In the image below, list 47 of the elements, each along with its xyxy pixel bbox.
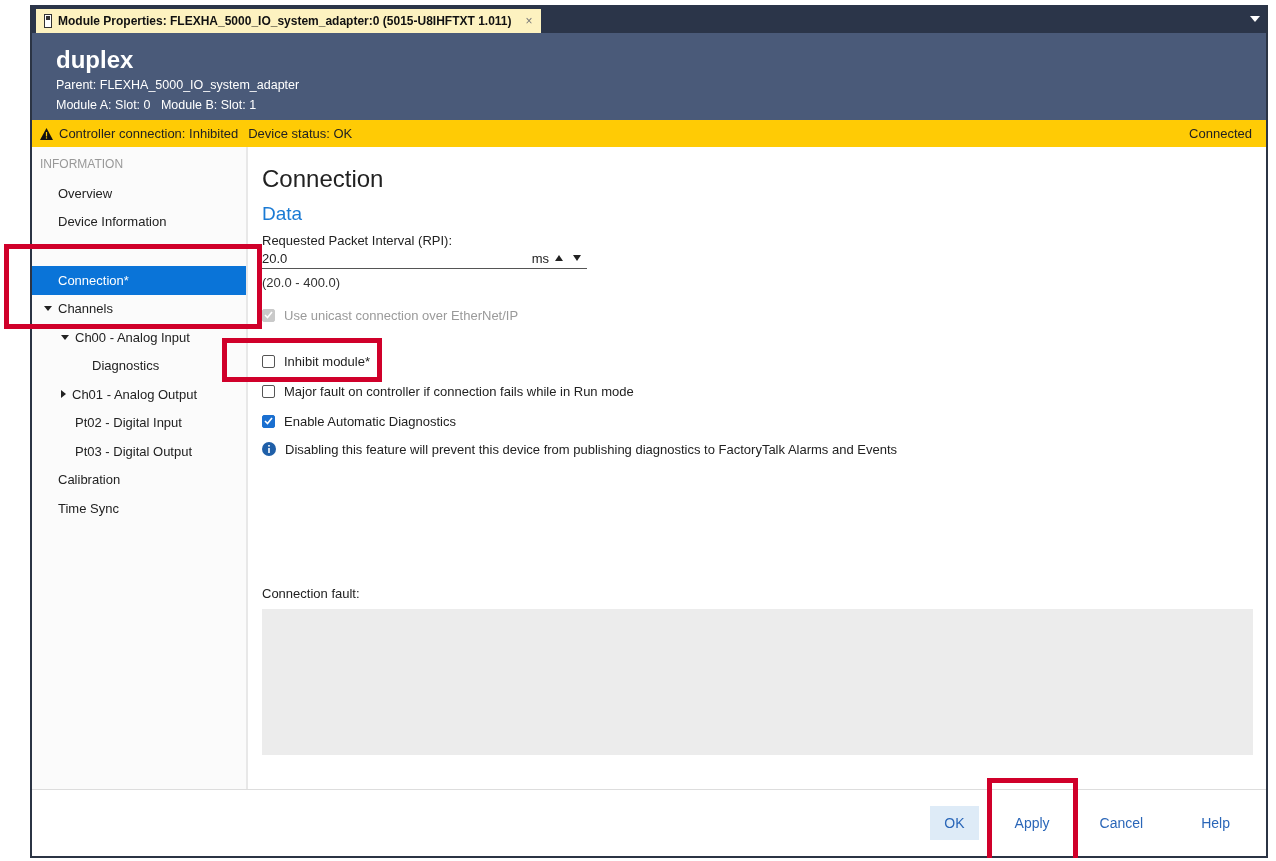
- section-title: Data: [262, 203, 303, 225]
- module-title: duplex: [56, 45, 134, 75]
- dialog-button[interactable]: OK: [930, 806, 979, 840]
- close-icon[interactable]: ×: [525, 14, 533, 28]
- nav-item[interactable]: Calibration: [32, 465, 246, 494]
- checkbox-label[interactable]: Enable Automatic Diagnostics: [284, 413, 456, 429]
- decrement-icon[interactable]: [573, 255, 581, 261]
- device-status: Device status: OK: [248, 126, 353, 141]
- info-icon: [262, 442, 276, 456]
- nav-item[interactable]: Overview: [32, 179, 246, 208]
- nav-item[interactable]: Channels: [32, 294, 246, 323]
- controller-status: Controller connection: Inhibited: [59, 126, 239, 141]
- page-title: Connection: [262, 164, 384, 194]
- nav-item[interactable]: Connection*: [32, 266, 246, 295]
- dialog-button[interactable]: Help: [1187, 806, 1244, 840]
- nav-item[interactable]: Time Sync: [32, 494, 246, 523]
- nav-item[interactable]: Pt02 - Digital Input: [32, 408, 246, 437]
- field-label: Connection fault:: [262, 586, 360, 601]
- checkbox[interactable]: [262, 414, 275, 428]
- parent-label: Parent: FLEXHA_5000_IO_system_adapter: [56, 77, 300, 94]
- document-tab[interactable]: Module Properties: FLEXHA_5000_IO_system_adapter:0 (5015-U8IHFTXT 1.011) ×: [36, 9, 541, 33]
- dialog-button[interactable]: Cancel: [1085, 806, 1158, 840]
- info-text: Disabling this feature will prevent this device from publishing diagnostics to FactoryTalk Alarms and Events: [285, 441, 897, 457]
- warning-icon: [40, 127, 53, 140]
- increment-icon[interactable]: [555, 255, 563, 261]
- nav-item[interactable]: Pt03 - Digital Output: [32, 437, 246, 466]
- checkbox[interactable]: [262, 354, 275, 368]
- rpi-field[interactable]: 20.0 ms: [262, 248, 587, 269]
- checkbox-label[interactable]: Inhibit module*: [284, 353, 370, 369]
- nav-item[interactable]: Diagnostics: [32, 351, 246, 380]
- tab-title: Module Properties: FLEXHA_5000_IO_system_adapter:0 (5015-U8IHFTXT 1.011): [58, 14, 512, 28]
- checkbox[interactable]: [262, 384, 275, 398]
- section-heading: INFORMATION: [39, 157, 124, 173]
- collapse-icon[interactable]: [61, 334, 69, 340]
- collapse-icon[interactable]: [44, 306, 52, 312]
- connection-status: Connected: [1189, 126, 1252, 141]
- dropdown-icon[interactable]: [1250, 16, 1260, 22]
- slot-label: Module A: Slot: 0 Module B: Slot: 1: [56, 97, 257, 114]
- module-icon: [44, 14, 52, 28]
- checkbox-label[interactable]: Major fault on controller if connection fails while in Run mode: [284, 383, 634, 399]
- nav-item[interactable]: Device Information: [32, 207, 246, 236]
- field-label: Requested Packet Interval (RPI):: [262, 233, 453, 248]
- nav-item[interactable]: Ch01 - Analog Output: [32, 380, 246, 409]
- nav-item[interactable]: Ch00 - Analog Input: [32, 323, 246, 352]
- range-hint: (20.0 - 400.0): [262, 275, 341, 290]
- expand-icon[interactable]: [61, 390, 66, 399]
- dialog-button[interactable]: Apply: [1000, 806, 1064, 840]
